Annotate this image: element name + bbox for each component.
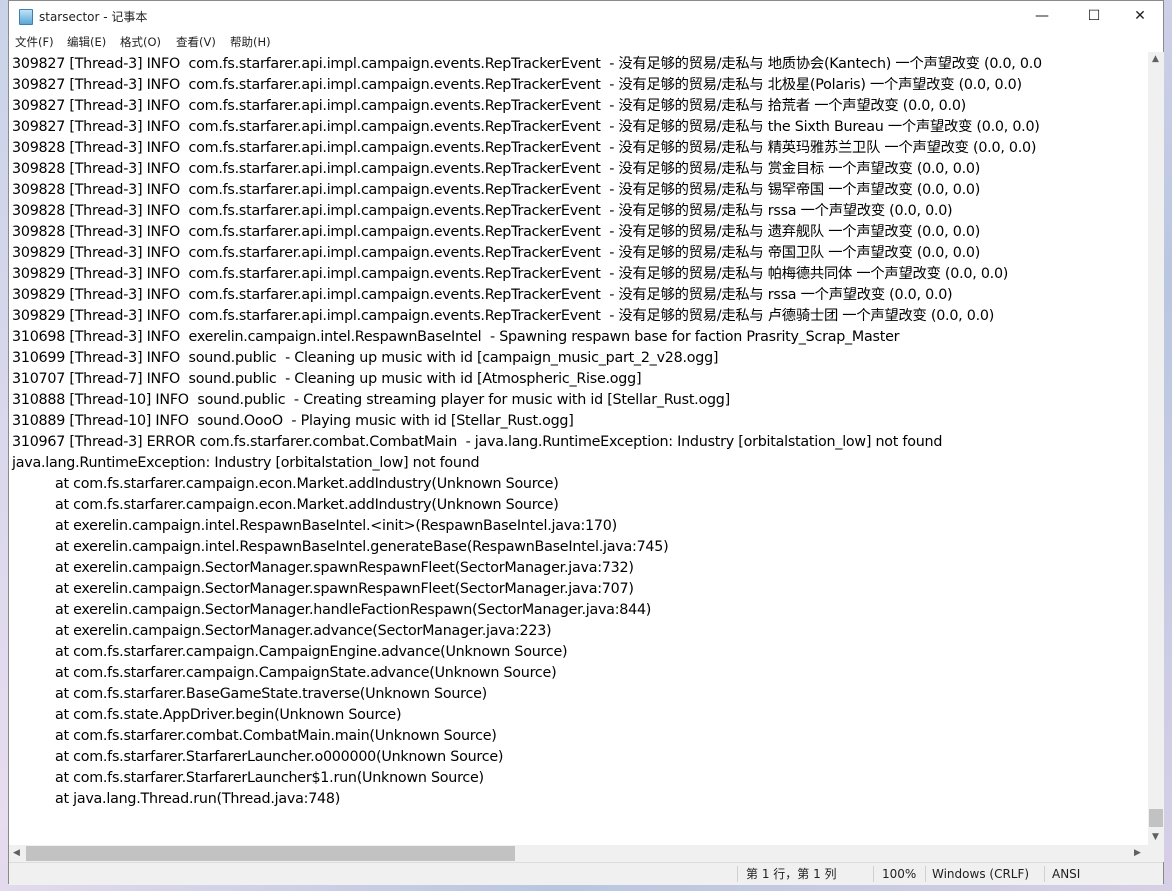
menu-bar: 文件(F) 编辑(E) 格式(O) 查看(V) 帮助(H) xyxy=(9,32,1163,52)
log-line: 309829 [Thread-3] INFO com.fs.starfarer.… xyxy=(12,308,995,324)
log-line: at com.fs.starfarer.StarfarerLauncher.o0… xyxy=(12,749,504,765)
log-line: 309828 [Thread-3] INFO com.fs.starfarer.… xyxy=(12,140,1037,156)
log-line: at com.fs.starfarer.campaign.econ.Market… xyxy=(12,476,559,492)
scrollbar-corner xyxy=(1148,845,1164,862)
log-line: 309828 [Thread-3] INFO com.fs.starfarer.… xyxy=(12,182,981,198)
log-line: at com.fs.starfarer.campaign.econ.Market… xyxy=(12,497,559,513)
status-encoding: ANSI xyxy=(1052,867,1081,881)
notepad-app-icon xyxy=(19,9,33,25)
status-bar: 第 1 行，第 1 列 100% Windows (CRLF) ANSI xyxy=(9,862,1163,885)
log-line: java.lang.RuntimeException: Industry [or… xyxy=(12,455,480,471)
vertical-scrollbar[interactable]: ▲ ▼ xyxy=(1148,52,1164,845)
status-cursor-position: 第 1 行，第 1 列 xyxy=(746,867,837,881)
log-line: 309829 [Thread-3] INFO com.fs.starfarer.… xyxy=(12,266,1009,282)
log-line: 310889 [Thread-10] INFO sound.OooO - Pla… xyxy=(12,413,574,429)
status-divider xyxy=(1044,866,1045,882)
log-line: 310967 [Thread-3] ERROR com.fs.starfarer… xyxy=(12,434,943,450)
scroll-up-arrow-icon[interactable]: ▲ xyxy=(1152,54,1159,64)
status-divider xyxy=(737,866,738,882)
maximize-button[interactable]: ☐ xyxy=(1071,1,1117,31)
log-line: 309829 [Thread-3] INFO com.fs.starfarer.… xyxy=(12,245,981,261)
log-line: 310707 [Thread-7] INFO sound.public - Cl… xyxy=(12,371,642,387)
status-zoom: 100% xyxy=(882,867,917,881)
log-line: 310888 [Thread-10] INFO sound.public - C… xyxy=(12,392,730,408)
log-line: 309827 [Thread-3] INFO com.fs.starfarer.… xyxy=(12,56,1042,72)
title-bar[interactable]: starsector - 记事本 — ☐ ✕ xyxy=(9,1,1163,32)
log-line: at exerelin.campaign.intel.RespawnBaseIn… xyxy=(12,539,669,555)
close-button[interactable]: ✕ xyxy=(1117,1,1163,31)
window-title: starsector - 记事本 xyxy=(39,10,148,24)
log-line: at com.fs.state.AppDriver.begin(Unknown … xyxy=(12,707,402,723)
log-line: at com.fs.starfarer.StarfarerLauncher$1.… xyxy=(12,770,484,786)
log-line: at exerelin.campaign.SectorManager.spawn… xyxy=(12,560,634,576)
log-line: 310699 [Thread-3] INFO sound.public - Cl… xyxy=(12,350,719,366)
log-line: 309827 [Thread-3] INFO com.fs.starfarer.… xyxy=(12,98,966,114)
text-editor-area[interactable]: 309827 [Thread-3] INFO com.fs.starfarer.… xyxy=(9,52,1148,845)
log-line: at exerelin.campaign.SectorManager.spawn… xyxy=(12,581,634,597)
horizontal-scrollbar[interactable]: ◀ ▶ xyxy=(9,845,1148,862)
scroll-right-arrow-icon[interactable]: ▶ xyxy=(1134,848,1141,858)
log-line: at com.fs.starfarer.campaign.CampaignSta… xyxy=(12,665,557,681)
log-line: at exerelin.campaign.intel.RespawnBaseIn… xyxy=(12,518,617,534)
log-line: 309829 [Thread-3] INFO com.fs.starfarer.… xyxy=(12,287,953,303)
log-line: at exerelin.campaign.SectorManager.handl… xyxy=(12,602,652,618)
status-line-ending: Windows (CRLF) xyxy=(932,867,1030,881)
log-line: 310698 [Thread-3] INFO exerelin.campaign… xyxy=(12,329,900,345)
log-line: 309828 [Thread-3] INFO com.fs.starfarer.… xyxy=(12,224,981,240)
menu-help[interactable]: 帮助(H) xyxy=(230,34,271,50)
log-line: 309828 [Thread-3] INFO com.fs.starfarer.… xyxy=(12,203,953,219)
vertical-scroll-thumb[interactable] xyxy=(1149,809,1163,827)
scroll-down-arrow-icon[interactable]: ▼ xyxy=(1152,832,1159,842)
log-line: at com.fs.starfarer.BaseGameState.traver… xyxy=(12,686,487,702)
menu-view[interactable]: 查看(V) xyxy=(176,34,216,50)
menu-edit[interactable]: 编辑(E) xyxy=(67,34,106,50)
status-divider xyxy=(873,866,874,882)
notepad-window: starsector - 记事本 — ☐ ✕ 文件(F) 编辑(E) 格式(O)… xyxy=(8,0,1164,885)
scroll-left-arrow-icon[interactable]: ◀ xyxy=(13,848,20,858)
horizontal-scroll-thumb[interactable] xyxy=(26,846,515,861)
log-line: 309827 [Thread-3] INFO com.fs.starfarer.… xyxy=(12,119,1040,135)
log-line: at com.fs.starfarer.combat.CombatMain.ma… xyxy=(12,728,497,744)
menu-format[interactable]: 格式(O) xyxy=(120,34,161,50)
menu-file[interactable]: 文件(F) xyxy=(15,34,54,50)
minimize-button[interactable]: — xyxy=(1019,1,1065,31)
log-line: 309827 [Thread-3] INFO com.fs.starfarer.… xyxy=(12,77,1022,93)
log-line: at exerelin.campaign.SectorManager.advan… xyxy=(12,623,552,639)
log-line: 309828 [Thread-3] INFO com.fs.starfarer.… xyxy=(12,161,981,177)
status-divider xyxy=(925,866,926,882)
log-line: at java.lang.Thread.run(Thread.java:748) xyxy=(12,791,341,807)
log-line: at com.fs.starfarer.campaign.CampaignEng… xyxy=(12,644,568,660)
